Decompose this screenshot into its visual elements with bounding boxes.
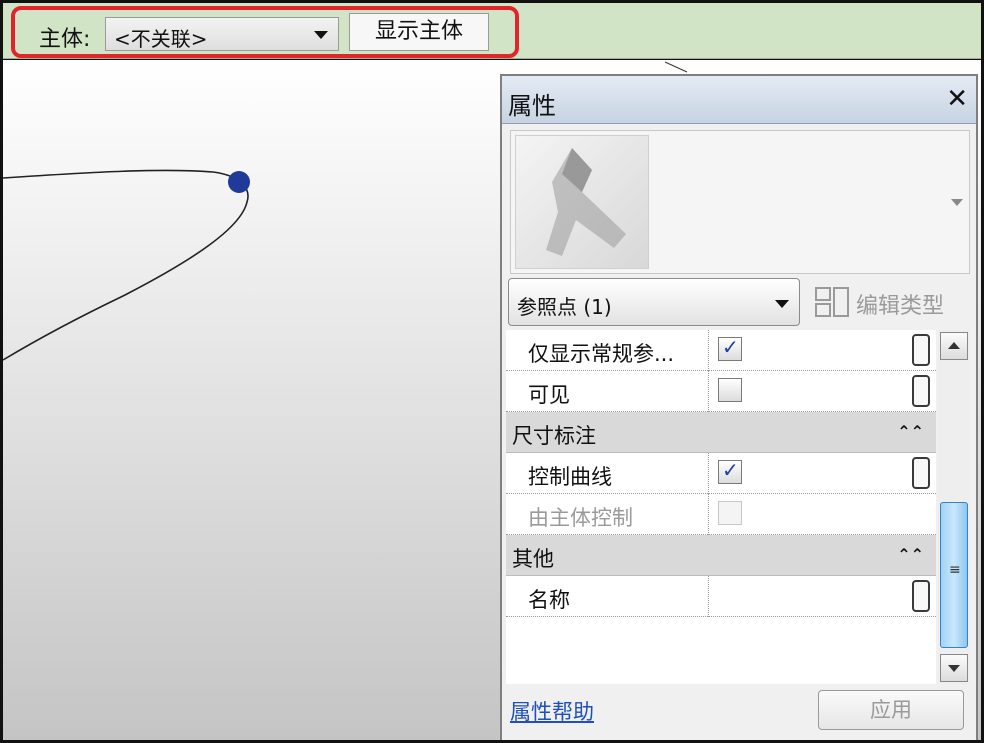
type-selector[interactable]: 参照点 (1) bbox=[508, 278, 800, 326]
reference-point[interactable] bbox=[228, 171, 250, 193]
property-group-header[interactable]: 其他 ⌃⌃ bbox=[506, 535, 936, 576]
apply-button[interactable]: 应用 bbox=[818, 690, 964, 730]
property-group-header[interactable]: 尺寸标注 ⌃⌃ bbox=[506, 412, 936, 453]
group-name: 其他 bbox=[512, 547, 554, 571]
chevron-down-icon[interactable] bbox=[951, 199, 963, 206]
type-selector-value: 参照点 (1) bbox=[517, 295, 612, 319]
options-bar: 主体: <不关联> 显示主体 bbox=[3, 3, 981, 59]
column-divider bbox=[708, 494, 709, 535]
property-row: 由主体控制 bbox=[506, 494, 936, 535]
row-handle[interactable] bbox=[912, 580, 930, 612]
column-divider bbox=[708, 453, 709, 494]
property-name: 仅显示常规参... bbox=[528, 342, 675, 366]
row-handle[interactable] bbox=[912, 375, 930, 407]
reference-curve[interactable] bbox=[3, 169, 249, 361]
property-grid: 仅显示常规参... ✓ 可见 尺寸标注 ⌃⌃ 控制曲线 ✓ 由主体控制 其他 ⌃… bbox=[506, 330, 936, 684]
column-divider bbox=[708, 330, 709, 371]
property-row[interactable]: 仅显示常规参... ✓ bbox=[506, 330, 936, 371]
properties-title-bar: 属性 ✕ bbox=[502, 76, 976, 124]
property-name: 名称 bbox=[528, 588, 570, 612]
checkmark-icon: ✓ bbox=[722, 458, 739, 482]
type-preview[interactable] bbox=[510, 130, 970, 274]
app-frame: 主体: <不关联> 显示主体 属性 ✕ 参照点 (1) 编辑类型 仅显示常规参.… bbox=[0, 0, 984, 743]
property-name: 控制曲线 bbox=[528, 465, 612, 489]
property-checkbox bbox=[718, 501, 742, 525]
scroll-up-button[interactable] bbox=[940, 332, 968, 360]
construction-line bbox=[664, 61, 688, 73]
property-name: 由主体控制 bbox=[528, 506, 633, 530]
column-divider bbox=[708, 576, 709, 617]
property-row[interactable]: 可见 bbox=[506, 371, 936, 412]
arrow-down-icon bbox=[948, 665, 960, 672]
property-row[interactable]: 控制曲线 ✓ bbox=[506, 453, 936, 494]
scroll-down-button[interactable] bbox=[940, 654, 968, 682]
edit-type-button[interactable]: 编辑类型 bbox=[810, 282, 960, 322]
row-handle[interactable] bbox=[912, 334, 930, 366]
property-name: 可见 bbox=[528, 383, 570, 407]
scroll-thumb[interactable]: ≡ bbox=[940, 502, 968, 648]
edit-type-label: 编辑类型 bbox=[856, 294, 945, 319]
arrow-up-icon bbox=[948, 342, 960, 349]
row-handle[interactable] bbox=[912, 457, 930, 489]
property-checkbox[interactable]: ✓ bbox=[718, 458, 742, 484]
property-checkbox[interactable]: ✓ bbox=[718, 335, 742, 361]
column-divider bbox=[708, 371, 709, 412]
group-name: 尺寸标注 bbox=[512, 424, 596, 448]
close-icon[interactable]: ✕ bbox=[946, 84, 968, 114]
reference-point-thumbnail-icon bbox=[546, 148, 626, 256]
vertical-scrollbar[interactable]: ≡ bbox=[938, 330, 970, 684]
grip-icon: ≡ bbox=[949, 562, 961, 578]
edit-type-icon bbox=[815, 287, 849, 317]
property-checkbox[interactable] bbox=[718, 378, 742, 402]
checkmark-icon: ✓ bbox=[722, 335, 739, 359]
chevron-down-icon bbox=[775, 300, 789, 308]
property-row[interactable]: 名称 bbox=[506, 576, 936, 617]
properties-title: 属性 bbox=[508, 92, 556, 120]
properties-palette: 属性 ✕ 参照点 (1) 编辑类型 仅显示常规参... ✓ 可见 尺寸标注 ⌃⌃… bbox=[500, 74, 978, 740]
type-preview-image bbox=[515, 135, 649, 269]
collapse-icon[interactable]: ⌃⌃ bbox=[897, 422, 924, 441]
highlight-box bbox=[11, 6, 519, 58]
properties-help-link[interactable]: 属性帮助 bbox=[510, 696, 594, 726]
collapse-icon[interactable]: ⌃⌃ bbox=[897, 545, 924, 564]
